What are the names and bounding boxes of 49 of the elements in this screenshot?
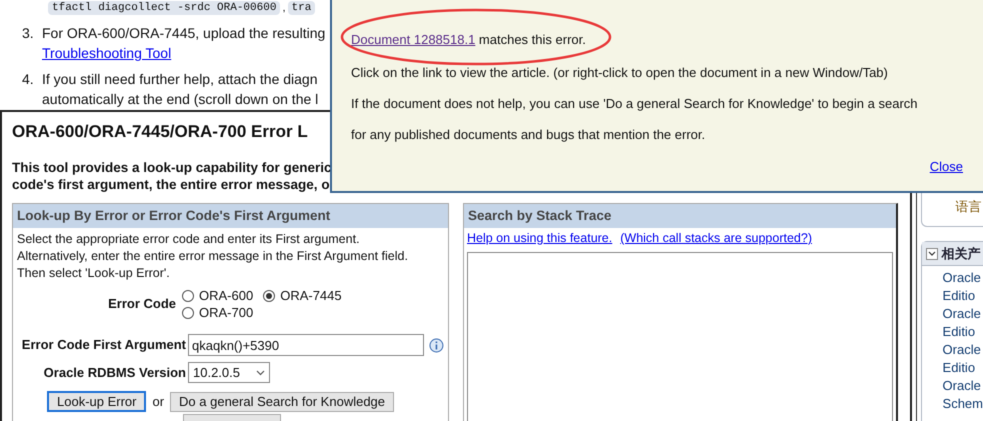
message-text: If the document does not help, you can use 'Do a general Search for Knowledge' to begin a search — [351, 94, 918, 112]
field-label: Error Code — [107, 295, 177, 314]
lookup-button[interactable]: Look-up Error — [47, 391, 146, 412]
help-link[interactable]: Help on using this feature. — [467, 230, 612, 247]
radio-option[interactable]: ORA-700 — [182, 304, 254, 321]
input-field[interactable]: qkaqkn()+5390 — [188, 334, 424, 356]
separator-text: , — [282, 1, 286, 16]
code-snippet: tfactl diagcollect -srdc ORA-00600 — [48, 1, 280, 16]
caret-icon — [256, 370, 265, 376]
list-text: For ORA-600/ORA-7445, upload the resulting — [42, 24, 326, 42]
search-button[interactable]: Do a general Search for Knowledge — [170, 392, 394, 412]
radio-option[interactable]: ORA-7445 — [263, 287, 342, 304]
section-header: Look-up By Error or Error Code's First Argument — [13, 204, 448, 228]
close-link[interactable]: Close — [930, 156, 963, 176]
code-snippet: tra — [288, 1, 316, 16]
chevron-icon — [928, 251, 936, 256]
language-label: 语言 — [956, 198, 982, 216]
field-label: Oracle RDBMS Version — [42, 364, 187, 382]
list-number: 4. — [22, 70, 35, 88]
related-link[interactable]: Editio — [942, 287, 976, 305]
collapse-button[interactable] — [926, 248, 938, 260]
list-text: If you still need further help, attach the diagn — [42, 70, 318, 88]
related-link[interactable]: Editio — [942, 323, 976, 341]
troubleshooting-link[interactable]: Troubleshooting Tool — [42, 42, 172, 62]
help-link[interactable]: (Which call stacks are supported?) — [620, 230, 812, 247]
version-select[interactable]: 10.2.0.5 — [188, 362, 270, 383]
tool-title: ORA-600/ORA-7445/ORA-700 Error L — [12, 121, 308, 143]
related-link[interactable]: Oracle — [942, 377, 981, 395]
related-link[interactable]: Oracle — [942, 269, 981, 287]
field-label: Error Code First Argument — [20, 336, 187, 354]
message-text: for any published documents and bugs that mention the error. — [351, 126, 706, 142]
radio-option[interactable]: ORA-600 — [182, 287, 254, 304]
info-icon[interactable] — [429, 338, 444, 352]
related-header: 相关产 — [942, 244, 981, 263]
section-header: Search by Stack Trace — [464, 204, 896, 228]
message-text: Click on the link to view the article. (or right-click to open the document in a new Window/Tab) — [351, 64, 889, 80]
instructions-text: Select the appropriate error code and enter its First argument. Alternatively, enter the entire error message in the First Argument field. Then select 'Look-up Error'. — [17, 231, 409, 282]
related-link[interactable]: Editio — [942, 359, 976, 377]
list-text: automatically at the end (scroll down on the l — [42, 90, 318, 108]
related-link[interactable]: Oracle — [942, 341, 981, 359]
or-text: or — [151, 392, 166, 411]
list-number: 3. — [22, 24, 35, 42]
description-text: code's first argument, the entire error message, o — [12, 176, 330, 193]
description-text: This tool provides a look-up capability for generic — [12, 159, 332, 176]
document-link[interactable]: Document 1288518.1 — [351, 30, 476, 50]
message-text: matches this error. — [478, 31, 586, 49]
related-link[interactable]: Schem — [942, 395, 983, 413]
related-link[interactable]: Oracle — [942, 305, 981, 323]
stack-trace-input[interactable] — [467, 252, 893, 421]
